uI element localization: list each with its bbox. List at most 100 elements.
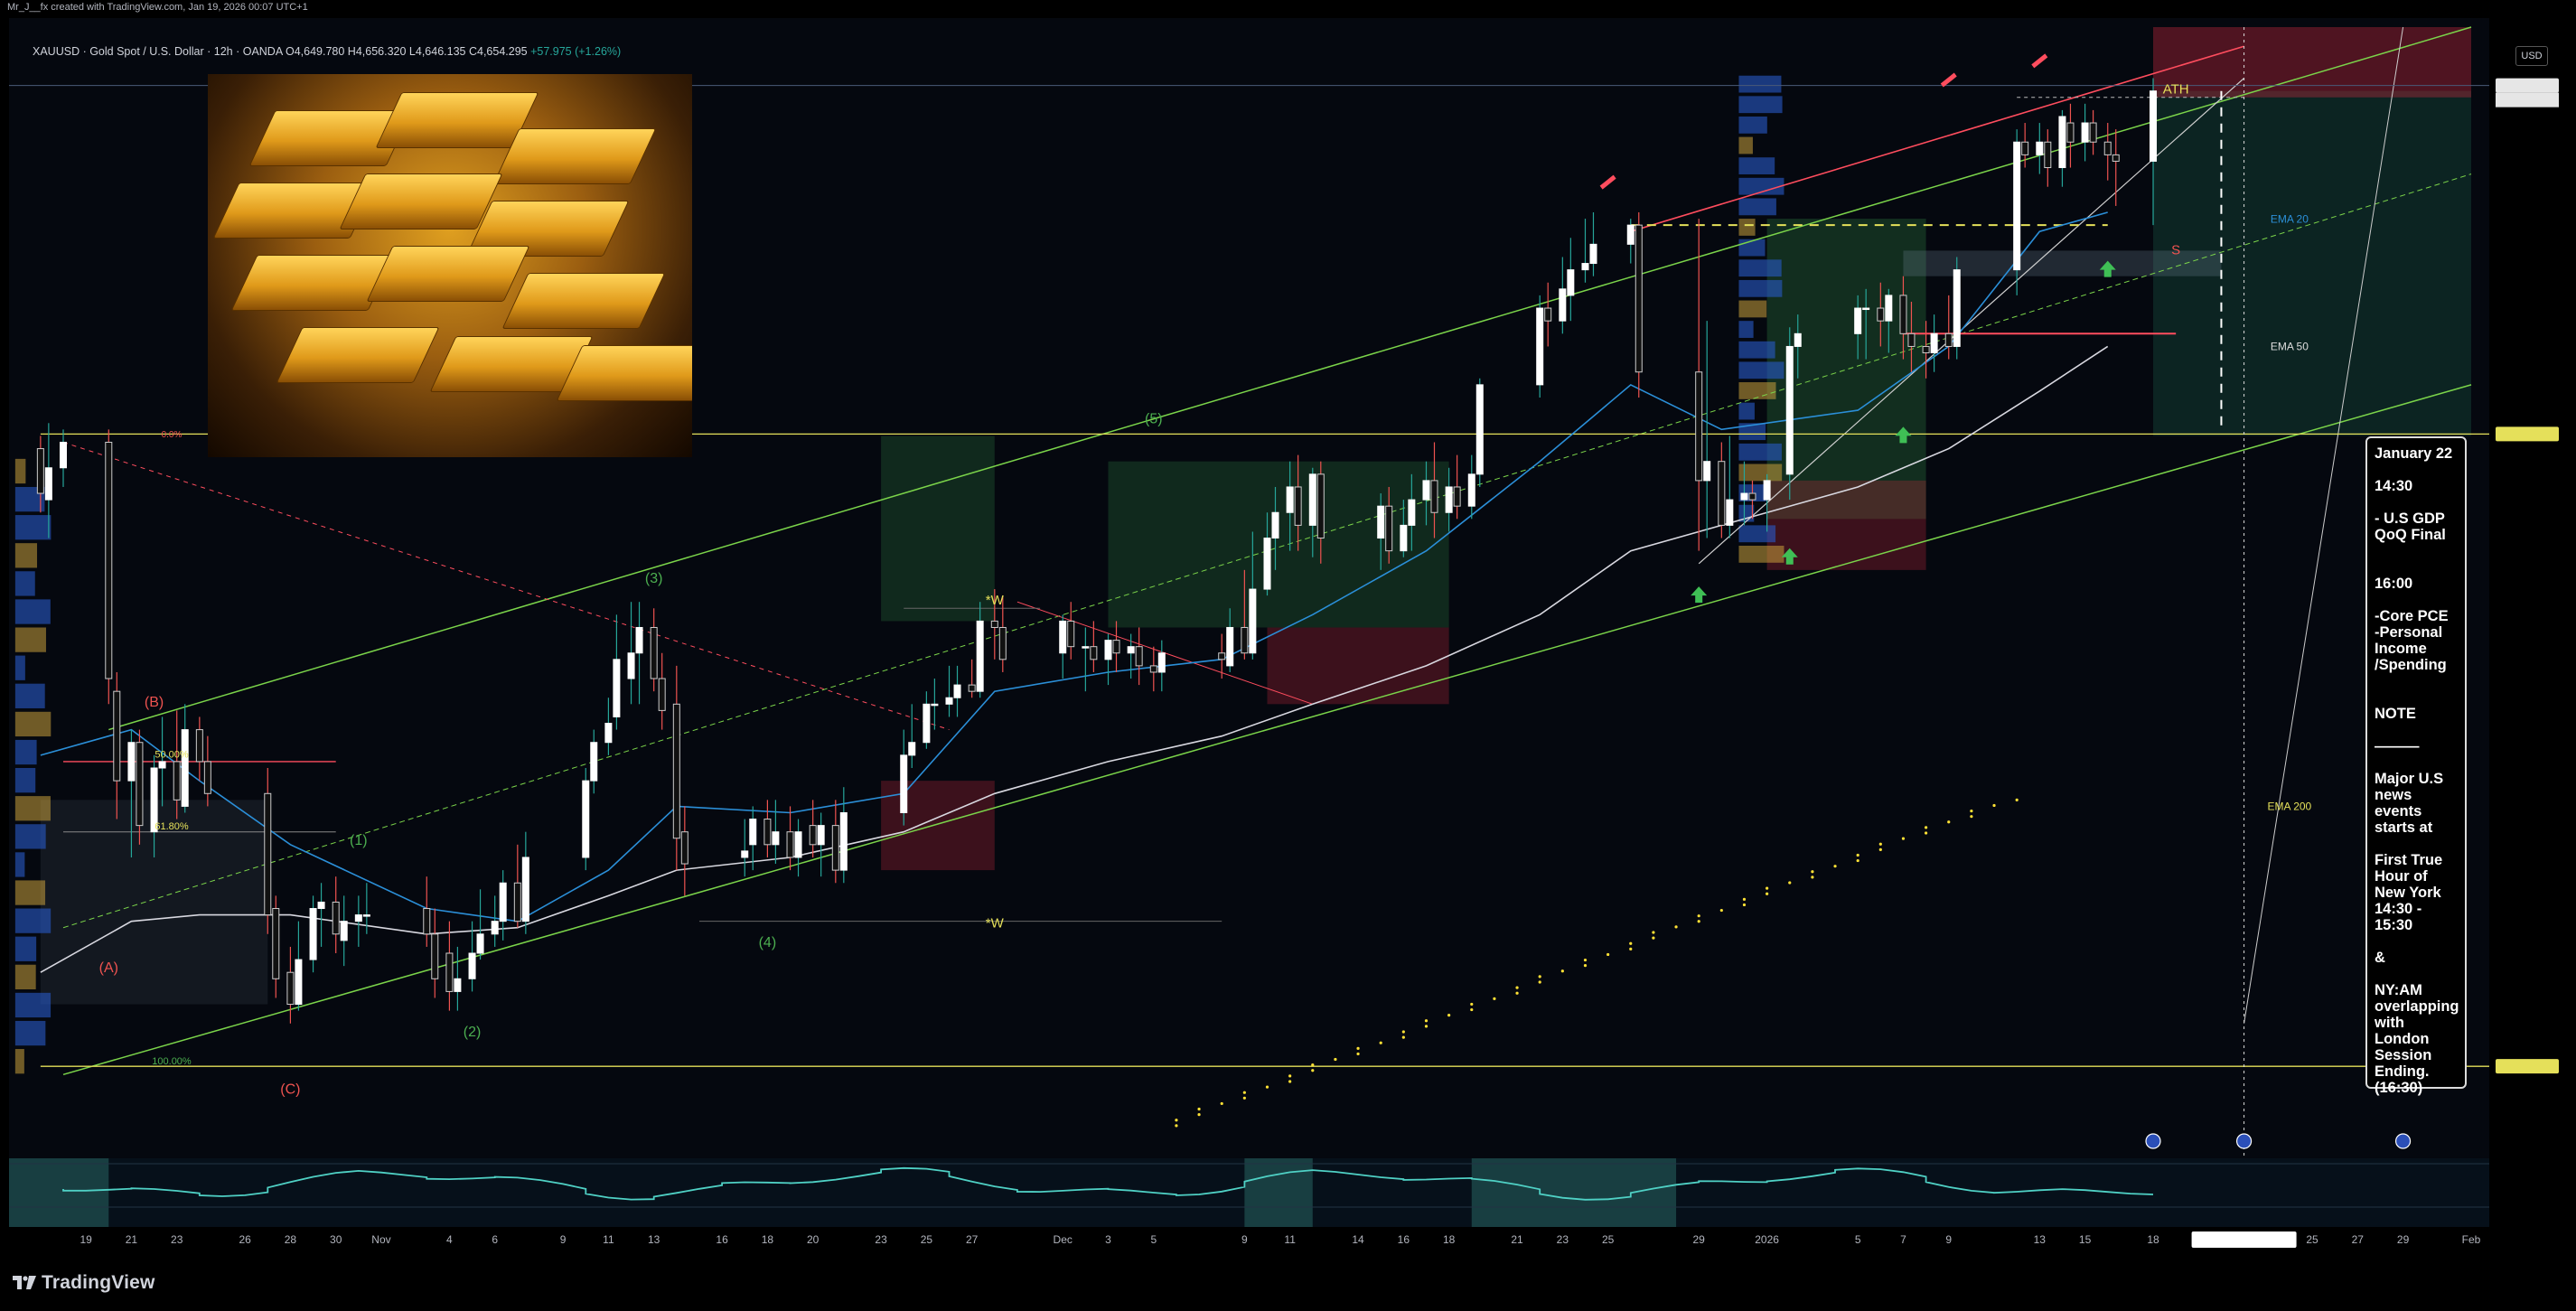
- wave-label-4: (4): [759, 935, 777, 950]
- candle-body: [1589, 243, 1597, 265]
- ema-200-label: EMA 200: [2268, 801, 2312, 813]
- candle-body: [521, 857, 529, 922]
- wave-label-2: (2): [464, 1025, 482, 1040]
- ema-200-dot: [1583, 964, 1588, 968]
- volume-profile-bar: [1738, 382, 1776, 399]
- volume-profile-bar: [1738, 546, 1784, 563]
- candle-body: [990, 620, 998, 628]
- candle-body: [181, 729, 189, 807]
- gold-bars-image: [208, 74, 692, 457]
- gold-bar-10: [276, 327, 440, 383]
- chart-area[interactable]: (A) (B) (C) (1) (2) (3) (4) (5) *W *W 0.0% 50.00% 61…: [9, 18, 2566, 1279]
- candle-body: [1135, 646, 1143, 667]
- ema-200-dot: [1197, 1113, 1201, 1117]
- ema-200-dot: [1606, 952, 1610, 957]
- gold-bar-8: [366, 246, 530, 302]
- candle-body: [1067, 620, 1075, 648]
- candle-body: [2044, 141, 2052, 169]
- legend-low: L4,646.135: [408, 45, 466, 58]
- time-tick: 5: [1855, 1233, 1861, 1246]
- time-tick: 4: [446, 1233, 453, 1246]
- candle-body: [1718, 461, 1726, 526]
- volume-profile-bar: [1738, 402, 1755, 420]
- tradingview-logo[interactable]: TradingView: [13, 1272, 155, 1294]
- legend-high: H4,656.320: [347, 45, 407, 58]
- time-tick: 23: [171, 1233, 183, 1246]
- ema-200-dot: [1311, 1063, 1315, 1067]
- candle-body: [817, 825, 825, 846]
- candle-body: [968, 684, 976, 692]
- ema-200-dot: [1856, 858, 1859, 863]
- volume-profile-bar: [14, 711, 52, 737]
- ema-200-dot: [1175, 1124, 1178, 1128]
- currency-badge[interactable]: USD: [2515, 46, 2548, 66]
- candle-body: [1740, 492, 1748, 501]
- candle-body: [923, 703, 931, 744]
- volume-profile-bar: [1738, 136, 1753, 155]
- candle-body: [931, 703, 939, 707]
- gold-bar-5: [339, 173, 503, 229]
- time-tick: 29: [2397, 1233, 2410, 1246]
- stop-zone-2: [1267, 627, 1449, 705]
- ema-200-dot: [1697, 920, 1700, 923]
- ema-200-dot: [1766, 886, 1769, 890]
- ema-200-dot: [1288, 1074, 1292, 1078]
- current-price-tag-bg: [2496, 78, 2559, 93]
- candle-body: [1785, 345, 1794, 475]
- price-axis: [2490, 18, 2566, 1220]
- candle-body: [1626, 224, 1635, 245]
- candle-body: [1695, 371, 1703, 482]
- candle-body: [286, 971, 295, 1006]
- candle-body: [1241, 626, 1249, 654]
- candle-body: [1308, 473, 1316, 526]
- long-zone-2: [1108, 461, 1449, 628]
- time-tick: 30: [330, 1233, 342, 1246]
- volume-profile-bar: [1738, 464, 1783, 482]
- w-mark-bottom: *W: [986, 916, 1005, 932]
- ema-200-dot: [1583, 958, 1588, 962]
- ema-200-dot: [1992, 803, 1996, 808]
- legend-close: C4,654.295: [468, 45, 528, 58]
- ema-200-dot: [1742, 903, 1747, 907]
- time-tick: 23: [1557, 1233, 1569, 1246]
- symbol-legend: XAUUSD · Gold Spot / U.S. Dollar · 12h ·…: [33, 45, 621, 58]
- wave-label-3: (3): [645, 571, 663, 586]
- volume-profile-bar: [14, 852, 25, 877]
- time-tick: 11: [1284, 1233, 1296, 1246]
- volume-profile-bar: [1738, 219, 1756, 236]
- volume-profile-bar: [1738, 341, 1775, 359]
- candle-body: [590, 742, 598, 782]
- candle-body: [741, 850, 749, 858]
- candle-body: [1157, 652, 1166, 673]
- candle-body: [2021, 141, 2029, 155]
- volume-profile-bar: [1738, 300, 1767, 318]
- volume-profile-bar: [1738, 525, 1776, 543]
- candle-body: [127, 742, 136, 782]
- candle-body: [36, 448, 44, 494]
- credit-text: Mr_J__fx created with TradingView.com, J…: [7, 2, 308, 13]
- note-box: January 22 14:30 - U.S GDP QoQ Final 16:…: [2365, 436, 2467, 1096]
- ema-200-dot: [1652, 936, 1655, 940]
- volume-profile-bar: [1738, 443, 1782, 461]
- time-tick: 16: [716, 1233, 728, 1246]
- volume-profile-bar: [1738, 116, 1767, 134]
- legend-symbol: XAUUSD · Gold Spot / U.S. Dollar · 12h ·…: [33, 45, 283, 58]
- ema-200-dot: [1970, 815, 1973, 819]
- candle-body: [635, 626, 643, 654]
- volume-profile-bar: [14, 936, 37, 961]
- ema-200-dot: [1242, 1096, 1246, 1100]
- time-tick: 15: [2079, 1233, 2092, 1246]
- ema-200-dot: [1970, 809, 1973, 813]
- candle-body: [839, 811, 848, 871]
- volume-profile-bar: [14, 627, 46, 652]
- candle-body: [1127, 646, 1135, 654]
- candle-body: [362, 914, 370, 917]
- time-tick: 11: [603, 1233, 614, 1246]
- candle-body: [1059, 620, 1067, 654]
- ema-200-dot: [1424, 1019, 1429, 1023]
- ema-200-dot: [1265, 1085, 1269, 1089]
- candle-body: [1316, 473, 1325, 539]
- time-tick: 18: [2147, 1233, 2159, 1246]
- candle-body: [604, 723, 613, 744]
- candle-body: [1899, 295, 1907, 334]
